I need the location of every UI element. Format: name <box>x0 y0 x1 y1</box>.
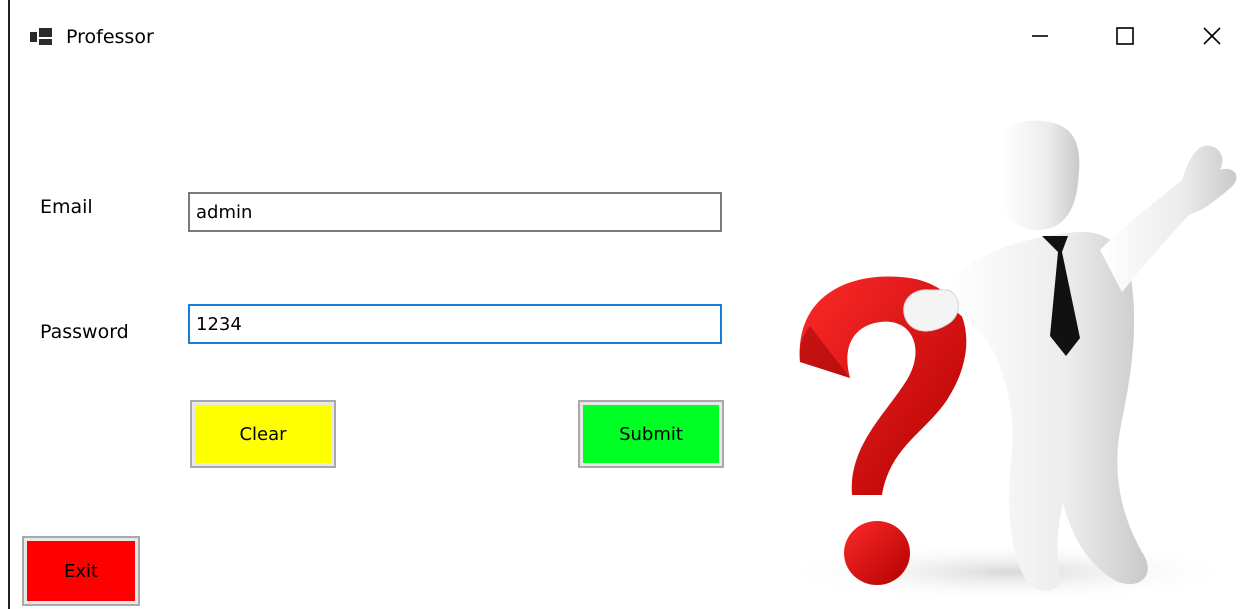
question-mark-person-icon <box>780 120 1240 602</box>
clear-button-label: Clear <box>195 405 331 463</box>
exit-button-label: Exit <box>27 541 135 601</box>
window-app-icon <box>30 28 54 46</box>
maximize-icon <box>1116 27 1134 45</box>
email-label: Email <box>40 196 93 218</box>
minimize-icon <box>1032 35 1048 37</box>
password-field[interactable] <box>188 304 722 344</box>
window-left-border <box>8 0 10 609</box>
minimize-button[interactable] <box>1015 14 1065 58</box>
submit-button-label: Submit <box>583 405 719 463</box>
email-field[interactable] <box>188 192 722 232</box>
window-title: Professor <box>66 26 154 48</box>
close-button[interactable] <box>1187 14 1237 58</box>
maximize-button[interactable] <box>1100 14 1150 58</box>
exit-button[interactable]: Exit <box>22 536 140 606</box>
submit-button[interactable]: Submit <box>578 400 724 468</box>
title-bar[interactable]: Professor <box>10 0 1252 76</box>
close-icon <box>1203 27 1221 45</box>
password-label: Password <box>40 321 129 343</box>
clear-button[interactable]: Clear <box>190 400 336 468</box>
